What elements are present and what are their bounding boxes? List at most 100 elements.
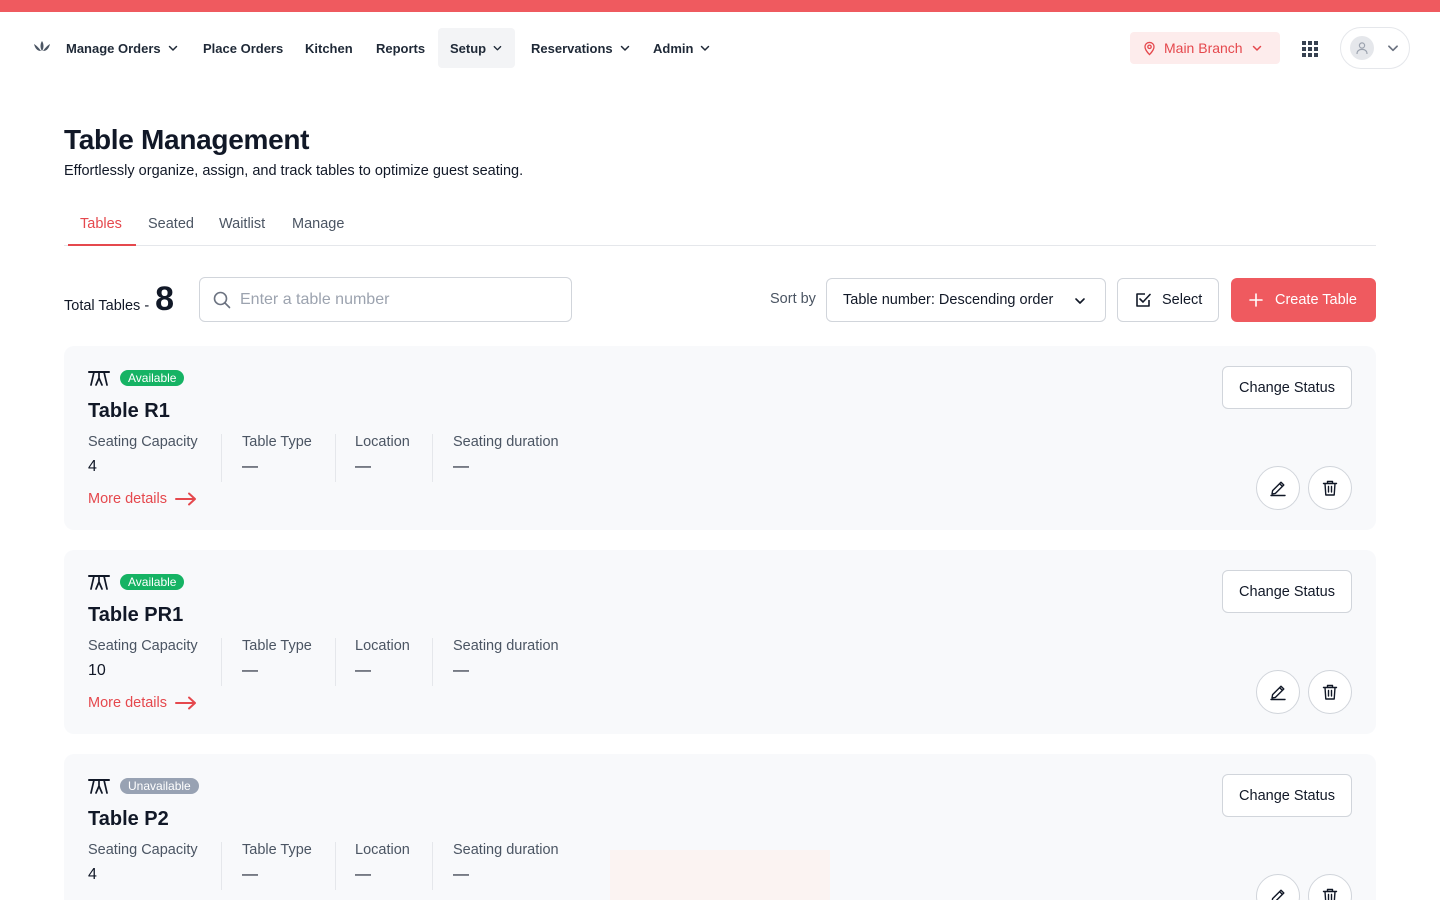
table-type-value: — [242, 866, 258, 883]
delete-button[interactable] [1308, 874, 1352, 900]
seating-capacity-label: Seating Capacity [88, 638, 198, 654]
seating-capacity-value: 4 [88, 866, 97, 883]
seating-duration-label: Seating duration [453, 434, 559, 450]
table-type-value: — [242, 458, 258, 475]
location: Location — [355, 638, 410, 688]
location-label: Location [355, 638, 410, 654]
dining-table-icon [88, 575, 110, 590]
nav-place-orders-label: Place Orders [203, 40, 284, 56]
more-details-label: More details [88, 695, 167, 711]
seating-capacity-value: 10 [88, 662, 106, 679]
divider [432, 842, 433, 890]
nav-admin[interactable]: Admin [653, 28, 711, 68]
nav-setup-label: Setup [450, 40, 487, 56]
more-details-link[interactable]: More details [88, 695, 197, 711]
location-value: — [355, 866, 371, 883]
table-type-label: Table Type [242, 842, 312, 858]
edit-button[interactable] [1256, 874, 1300, 900]
more-details-label: More details [88, 491, 167, 507]
status-badge: Unavailable [120, 778, 199, 794]
create-table-label: Create Table [1275, 292, 1357, 308]
tab-tables[interactable]: Tables [80, 216, 122, 232]
tab-bar: Tables Seated Waitlist Manage [64, 205, 1376, 246]
pencil-icon [1270, 685, 1286, 701]
sort-dropdown[interactable]: Table number: Descending order [826, 278, 1106, 322]
tab-manage[interactable]: Manage [292, 216, 344, 232]
divider [335, 842, 336, 890]
more-details-link[interactable]: More details [88, 491, 197, 507]
sort-by-label: Sort by [770, 291, 816, 307]
dining-table-icon [88, 371, 110, 386]
delete-button[interactable] [1308, 466, 1352, 510]
nav-reservations[interactable]: Reservations [531, 28, 631, 68]
nav-kitchen-label: Kitchen [305, 40, 353, 56]
seating-duration: Seating duration — [453, 842, 559, 892]
location-label: Location [355, 434, 410, 450]
nav-reports[interactable]: Reports [376, 28, 425, 68]
seating-duration-value: — [453, 458, 469, 475]
create-table-button[interactable]: Create Table [1231, 278, 1376, 322]
nav-setup[interactable]: Setup [438, 28, 515, 68]
table-name: Table PR1 [88, 604, 184, 626]
branch-name: Main Branch [1164, 40, 1243, 56]
nav-place-orders[interactable]: Place Orders [203, 28, 283, 68]
seating-capacity: Seating Capacity 4 [88, 842, 198, 892]
nav-admin-label: Admin [653, 40, 694, 56]
table-number-search-input[interactable] [240, 290, 560, 309]
change-status-button[interactable]: Change Status [1222, 366, 1352, 409]
seating-duration: Seating duration — [453, 638, 559, 688]
tab-seated[interactable]: Seated [148, 216, 194, 232]
arrow-right-icon [174, 492, 196, 506]
change-status-button[interactable]: Change Status [1222, 570, 1352, 613]
divider [335, 638, 336, 686]
table-type: Table Type — [242, 842, 312, 892]
search-icon [213, 291, 231, 308]
trash-icon [1322, 684, 1338, 700]
change-status-button[interactable]: Change Status [1222, 774, 1352, 817]
nav-kitchen[interactable]: Kitchen [305, 28, 353, 68]
table-type-label: Table Type [242, 638, 312, 654]
table-card: Available Table R1 Seating Capacity 4 Ta… [64, 346, 1376, 530]
table-card: Available Table PR1 Seating Capacity 10 … [64, 550, 1376, 734]
nav-reservations-label: Reservations [531, 40, 613, 56]
profile-menu-button[interactable] [1340, 27, 1410, 69]
seating-duration-label: Seating duration [453, 638, 559, 654]
divider [221, 434, 222, 482]
chevron-down-icon [620, 45, 629, 51]
pencil-icon [1271, 889, 1285, 900]
total-tables-label: Total Tables - [64, 298, 150, 314]
lotus-logo-icon[interactable] [32, 39, 52, 53]
seating-capacity: Seating Capacity 10 [88, 638, 198, 688]
grid-apps-icon[interactable] [1301, 40, 1319, 58]
seating-duration-label: Seating duration [453, 842, 559, 858]
edit-button[interactable] [1256, 670, 1300, 714]
seating-duration-value: — [453, 662, 469, 679]
table-type-value: — [242, 662, 258, 679]
branch-selector[interactable]: Main Branch [1130, 32, 1280, 64]
overlay-shadow [610, 850, 830, 900]
nav-manage-orders[interactable]: Manage Orders [66, 28, 179, 68]
trash-icon [1322, 480, 1338, 496]
divider [221, 638, 222, 686]
seating-duration-value: — [453, 866, 469, 883]
search-box [199, 277, 572, 322]
select-button[interactable]: Select [1117, 278, 1219, 322]
nav-manage-orders-label: Manage Orders [66, 40, 161, 56]
divider [335, 434, 336, 482]
chevron-down-icon [1075, 298, 1085, 304]
seating-capacity-value: 4 [88, 458, 97, 475]
chevron-down-icon [1252, 45, 1261, 51]
tab-waitlist[interactable]: Waitlist [219, 216, 265, 232]
top-navigation: Manage Orders Place Orders Kitchen Repor… [0, 12, 1440, 84]
seating-duration: Seating duration — [453, 434, 559, 484]
edit-button[interactable] [1256, 466, 1300, 510]
total-tables-count: 8 [155, 280, 175, 318]
page-subtitle: Effortlessly organize, assign, and track… [64, 163, 524, 179]
delete-button[interactable] [1308, 670, 1352, 714]
trash-icon [1322, 888, 1338, 900]
chevron-down-icon [701, 45, 710, 51]
divider [221, 842, 222, 890]
table-type: Table Type — [242, 434, 312, 484]
dining-table-icon [88, 779, 110, 794]
location-value: — [355, 458, 371, 475]
